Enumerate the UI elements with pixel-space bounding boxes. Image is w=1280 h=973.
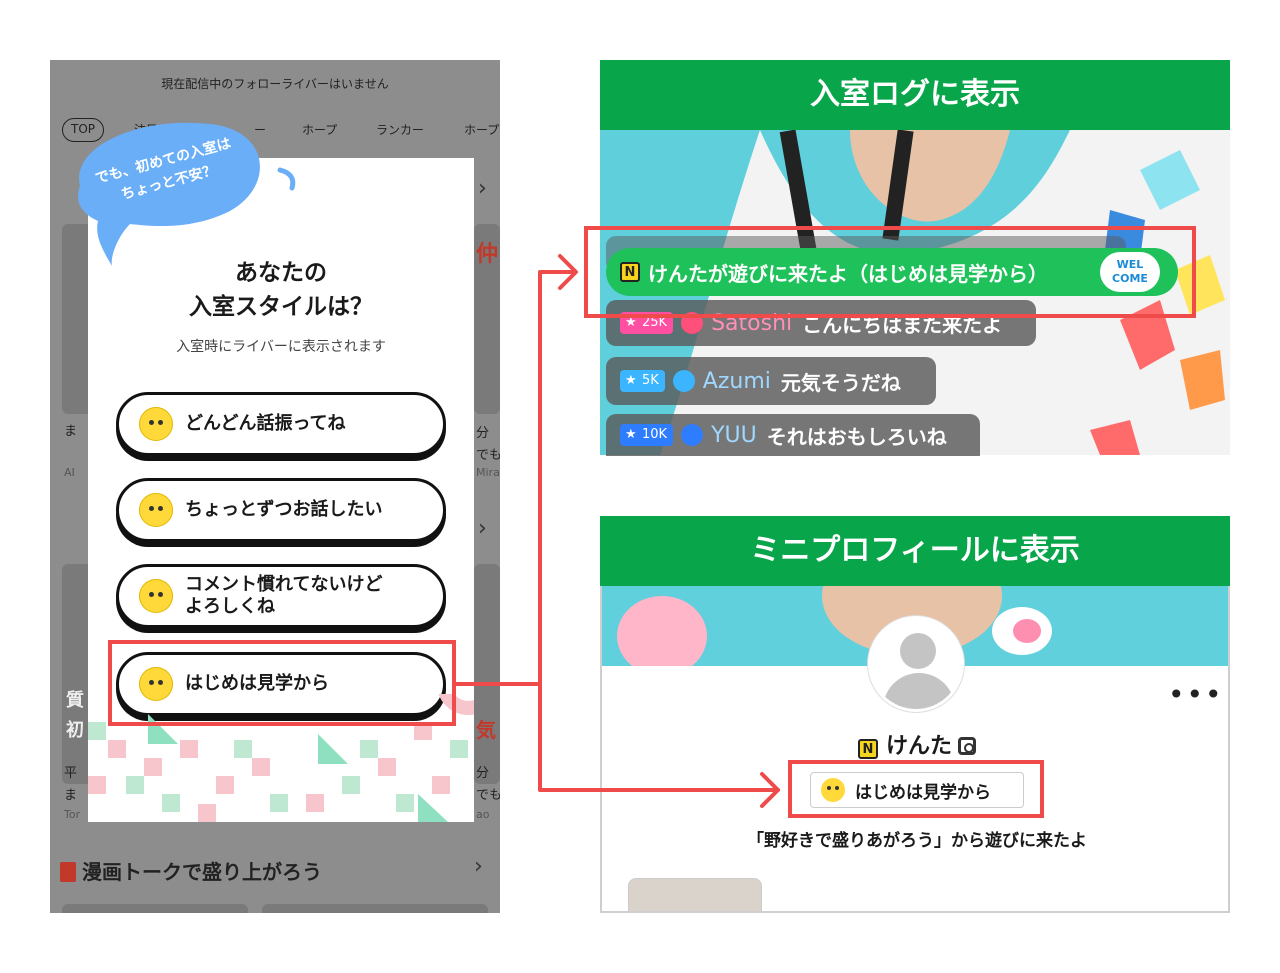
background-card-text: 仲: [476, 242, 499, 267]
background-card-text: 分: [476, 426, 490, 441]
background-card-text: Tor: [64, 808, 81, 821]
log-message: それはおもしろいね: [766, 424, 947, 449]
background-card-text: 初: [66, 720, 84, 741]
background-card-text: 平: [64, 766, 78, 781]
visit-source-text: 「野好きで盛りあがろう」から遊びに来たよ: [747, 831, 1087, 851]
option-label: ちょっとずつお話したい: [185, 499, 383, 520]
log-username: YUU: [711, 422, 757, 448]
rank-badge: 5K: [620, 370, 665, 392]
background-card-text: ま: [64, 424, 78, 439]
sweat-drop-icon: [277, 167, 296, 191]
mini-profile-header: ミニプロフィールに表示: [600, 516, 1230, 586]
option-little-by-little-button[interactable]: ちょっとずつお話したい: [116, 478, 446, 542]
log-message: 元気そうだね: [780, 370, 901, 395]
more-options-icon[interactable]: •••: [1168, 678, 1224, 711]
highlight-box: [584, 226, 1196, 318]
background-card-text: 分: [476, 766, 490, 781]
profile-name: N けんた: [602, 728, 1228, 760]
background-card-text: でも: [476, 448, 500, 463]
profile-name-text: けんた: [885, 734, 952, 759]
modal-title: あなたの 入室スタイルは？: [189, 260, 373, 320]
entry-log-header: 入室ログに表示: [600, 60, 1230, 130]
background-card: [62, 904, 248, 913]
manga-book-icon: [60, 862, 76, 882]
background-card-text: でも: [476, 788, 500, 803]
log-entry: 5K Azumi 元気そうだね: [606, 357, 936, 405]
log-entry: 10K YUU それはおもしろいね: [606, 414, 980, 456]
background-card: [262, 904, 488, 913]
option-label: どんどん話振ってね: [185, 413, 346, 434]
tab-ranker[interactable]: ランカー: [376, 118, 424, 142]
tab-hope-2[interactable]: ホープ: [464, 118, 499, 142]
mini-profile-card: ••• N けんた はじめは見学から 「野好きで盛りあがろう」から遊びに来たよ: [600, 586, 1230, 913]
newbie-badge: N: [857, 739, 878, 759]
smiling-face-icon: [139, 493, 173, 527]
option-talk-to-me-button[interactable]: どんどん話振ってね: [116, 392, 446, 456]
chevron-right-icon[interactable]: ›: [474, 854, 483, 879]
background-card-text: ま: [64, 788, 78, 803]
thumbnail-image[interactable]: [628, 878, 762, 911]
background-card: [474, 564, 500, 784]
supporter-badge-icon: [672, 370, 695, 392]
avatar-body-icon: [883, 673, 955, 709]
highlight-box: [108, 640, 456, 726]
tab-hope[interactable]: ホープ: [302, 118, 337, 142]
supporter-badge-icon: [681, 424, 704, 446]
slightly-smiling-face-icon: [139, 579, 173, 613]
section-title: 漫画トークで盛り上がろう: [60, 856, 322, 885]
highlight-box: [788, 760, 1044, 818]
instagram-icon[interactable]: [958, 737, 976, 755]
chevron-right-icon[interactable]: ›: [478, 176, 487, 201]
chevron-right-icon[interactable]: ›: [478, 516, 487, 541]
follow-notice: 現在配信中のフォローライバーはいません: [161, 77, 389, 91]
avatar-head-icon: [900, 633, 936, 669]
background-card-text: AI: [64, 466, 75, 479]
winking-face-icon: [139, 407, 173, 441]
background-card-text: 気: [476, 718, 496, 742]
option-not-used-to-comments-button[interactable]: コメント慣れてないけど よろしくね: [116, 564, 446, 628]
avatar[interactable]: [868, 616, 964, 712]
option-label: コメント慣れてないけど よろしくね: [185, 574, 383, 617]
background-card-text: ao: [476, 808, 490, 821]
log-username: Azumi: [702, 368, 771, 394]
rank-badge: 10K: [620, 424, 674, 446]
modal-subtitle: 入室時にライバーに表示されます: [176, 339, 386, 355]
background-card-text: 質: [66, 690, 84, 711]
background-card-text: Mirai: [476, 466, 500, 479]
